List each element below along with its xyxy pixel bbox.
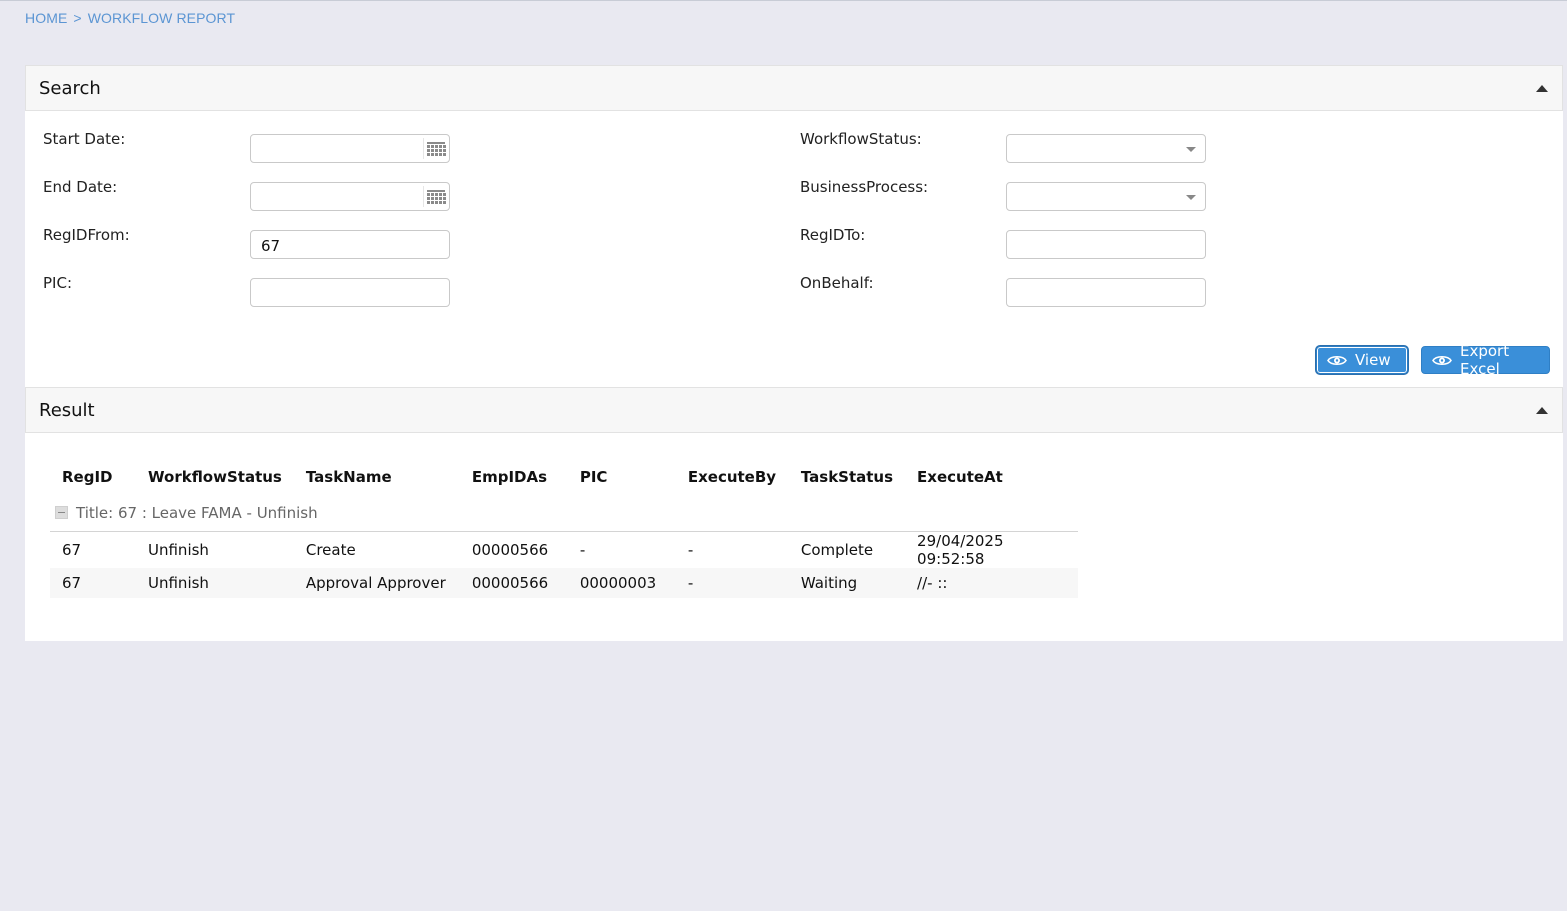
end-date-label: End Date: <box>43 178 118 196</box>
collapse-up-icon[interactable] <box>1536 85 1548 92</box>
cell-empidas: 00000566 <box>459 567 568 598</box>
cell-executeby: - <box>687 540 694 559</box>
cell-pic: 00000003 <box>567 567 676 598</box>
business-process-label: BusinessProcess: <box>800 178 929 196</box>
cell-taskname: Approval Approver <box>293 567 460 598</box>
group-title: Title: 67 : Leave FAMA - Unfinish <box>76 503 318 522</box>
workflow-status-label: WorkflowStatus: <box>800 130 922 148</box>
cell-empidas: 00000566 <box>471 540 549 559</box>
cell-pic: - <box>579 540 586 559</box>
table-row[interactable]: 67 Unfinish Approval Approver 00000566 0… <box>50 567 1078 598</box>
cell-taskname: Create <box>305 540 356 559</box>
column-header-executeby[interactable]: ExecuteBy <box>676 459 789 495</box>
result-table: RegID WorkflowStatus TaskName EmpIDAs PI… <box>50 459 1078 598</box>
export-excel-button-label: Export Excel <box>1460 342 1510 378</box>
start-date-label: Start Date: <box>43 130 126 148</box>
search-panel: Search Start Date: End Date: RegIDFrom: … <box>25 65 1563 387</box>
cell-regid: 67 <box>62 540 82 559</box>
breadcrumb-home-link[interactable]: HOME <box>25 10 67 26</box>
column-header-executeat[interactable]: ExecuteAt <box>905 459 1078 495</box>
business-process-select[interactable] <box>1006 182 1206 211</box>
result-panel-header[interactable]: Result <box>25 387 1563 433</box>
eye-icon <box>1327 354 1347 367</box>
eye-icon <box>1432 354 1452 367</box>
calendar-icon[interactable] <box>423 186 447 207</box>
collapse-minus-icon[interactable] <box>55 505 68 519</box>
cell-workflowstatus: Unfinish <box>148 540 209 559</box>
cell-executeby: - <box>675 567 789 598</box>
calendar-icon[interactable] <box>423 138 447 159</box>
chevron-down-icon[interactable] <box>1186 195 1196 200</box>
group-cell: Title: 67 : Leave FAMA - Unfinish <box>50 495 1078 532</box>
cell-executeat: //- :: <box>905 567 1078 598</box>
export-excel-button[interactable]: Export Excel <box>1421 342 1550 378</box>
end-date-input[interactable] <box>250 182 450 211</box>
breadcrumb-current[interactable]: WORKFLOW REPORT <box>88 10 235 26</box>
breadcrumb-separator: > <box>73 10 82 26</box>
pic-label: PIC: <box>43 274 72 292</box>
on-behalf-label: OnBehalf: <box>800 274 874 292</box>
table-header-row: RegID WorkflowStatus TaskName EmpIDAs PI… <box>50 459 1078 495</box>
cell-taskstatus: Complete <box>800 540 874 559</box>
search-panel-title: Search <box>39 78 101 99</box>
cell-workflowstatus: Unfinish <box>136 567 294 598</box>
regid-to-label: RegIDTo: <box>800 226 866 244</box>
cell-taskstatus: Waiting <box>788 567 906 598</box>
search-panel-header[interactable]: Search <box>25 65 1563 111</box>
chevron-down-icon[interactable] <box>1186 147 1196 152</box>
regid-to-input[interactable] <box>1006 230 1206 259</box>
column-header-regid[interactable]: RegID <box>50 459 136 495</box>
on-behalf-input[interactable] <box>1006 278 1206 307</box>
group-row: Title: 67 : Leave FAMA - Unfinish <box>50 495 1078 532</box>
breadcrumb: HOME > WORKFLOW REPORT <box>25 10 235 26</box>
regid-from-label: RegIDFrom: <box>43 226 130 244</box>
pic-input[interactable] <box>250 278 450 307</box>
collapse-up-icon[interactable] <box>1536 407 1548 414</box>
column-header-empidas[interactable]: EmpIDAs <box>460 459 568 495</box>
column-header-pic[interactable]: PIC <box>568 459 676 495</box>
view-button[interactable]: View <box>1316 346 1408 374</box>
column-header-taskname[interactable]: TaskName <box>294 459 460 495</box>
cell-executeat: 29/04/2025 09:52:58 <box>917 531 1004 568</box>
result-panel-title: Result <box>39 400 95 421</box>
column-header-workflowstatus[interactable]: WorkflowStatus <box>136 459 294 495</box>
start-date-input[interactable] <box>250 134 450 163</box>
view-button-label: View <box>1355 351 1391 369</box>
result-panel: Result RegID WorkflowStatus TaskName Emp… <box>25 387 1563 641</box>
table-row[interactable]: 67 Unfinish Create 00000566 - - Complete… <box>50 531 1078 568</box>
column-header-taskstatus[interactable]: TaskStatus <box>789 459 905 495</box>
cell-regid: 67 <box>50 567 136 598</box>
workflow-status-select[interactable] <box>1006 134 1206 163</box>
regid-from-input[interactable]: 67 <box>250 230 450 259</box>
